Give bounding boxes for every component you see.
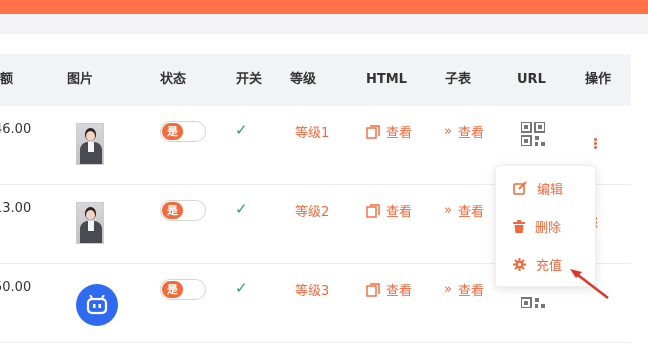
- subtable-view-link[interactable]: » 查看: [444, 122, 484, 141]
- status-toggle[interactable]: 是: [160, 121, 206, 142]
- html-view-link[interactable]: 查看: [366, 122, 412, 141]
- header-switch[interactable]: 开关: [236, 54, 262, 106]
- double-chevron-icon: »: [444, 282, 452, 297]
- header-url[interactable]: URL: [517, 54, 546, 106]
- avatar-photo[interactable]: [76, 202, 104, 244]
- html-view-link[interactable]: 查看: [366, 201, 412, 220]
- status-toggle[interactable]: 是: [160, 279, 206, 300]
- subtable-view-label: 查看: [457, 284, 484, 299]
- html-view-link[interactable]: 查看: [366, 280, 412, 299]
- copy-icon: [366, 203, 380, 218]
- amount-cell: 13.00: [0, 201, 32, 216]
- subtable-view-link[interactable]: » 查看: [444, 201, 484, 220]
- menu-item-edit[interactable]: 编辑: [513, 178, 563, 198]
- edit-icon: [513, 181, 527, 195]
- check-icon: ✓: [235, 200, 248, 218]
- level-link[interactable]: 等级1: [295, 122, 329, 141]
- html-view-label: 查看: [386, 205, 413, 220]
- header-level[interactable]: 等级: [290, 54, 316, 106]
- level-link[interactable]: 等级3: [295, 280, 329, 299]
- menu-item-delete[interactable]: 删除: [513, 216, 561, 236]
- status-toggle[interactable]: 是: [160, 200, 206, 221]
- amount-cell: 46.00: [0, 122, 32, 137]
- header-amount[interactable]: 金额: [0, 54, 13, 106]
- header-subtable[interactable]: 子表: [445, 54, 471, 106]
- amount-cell: 50.00: [0, 280, 32, 295]
- avatar-photo[interactable]: [76, 123, 104, 165]
- header-image[interactable]: 图片: [67, 54, 93, 106]
- toggle-knob-label: 是: [162, 202, 183, 219]
- double-chevron-icon: »: [444, 203, 452, 218]
- annotation-arrow-icon: [570, 269, 609, 299]
- more-actions-icon[interactable]: [594, 138, 598, 150]
- level-link[interactable]: 等级2: [295, 201, 329, 220]
- toolbar-strip: [0, 14, 648, 34]
- qr-code-icon[interactable]: [521, 122, 545, 146]
- check-icon: ✓: [235, 279, 248, 297]
- robot-avatar-icon[interactable]: [76, 284, 118, 326]
- top-accent-bar: [0, 0, 648, 14]
- header-status[interactable]: 状态: [160, 54, 186, 106]
- trash-icon: [513, 219, 525, 233]
- qr-code-icon[interactable]: [521, 294, 545, 308]
- subtable-view-label: 查看: [457, 205, 484, 220]
- double-chevron-icon: »: [444, 124, 452, 139]
- toggle-knob-label: 是: [162, 281, 183, 298]
- menu-item-label: 编辑: [537, 182, 564, 198]
- header-html[interactable]: HTML: [366, 54, 407, 106]
- menu-item-label: 充值: [536, 258, 563, 274]
- subtable-view-label: 查看: [457, 126, 484, 141]
- table-header: 金额 图片 状态 开关 等级 HTML 子表 URL 操作: [0, 54, 631, 106]
- toggle-knob-label: 是: [162, 123, 183, 140]
- menu-item-label: 删除: [535, 220, 562, 236]
- html-view-label: 查看: [386, 126, 413, 141]
- check-icon: ✓: [235, 121, 248, 139]
- header-actions: 操作: [585, 72, 612, 87]
- gear-icon: [513, 257, 526, 271]
- html-view-label: 查看: [386, 284, 413, 299]
- menu-item-recharge[interactable]: 充值: [513, 254, 562, 274]
- subtable-view-link[interactable]: » 查看: [444, 280, 484, 299]
- copy-icon: [366, 282, 380, 297]
- copy-icon: [366, 124, 380, 139]
